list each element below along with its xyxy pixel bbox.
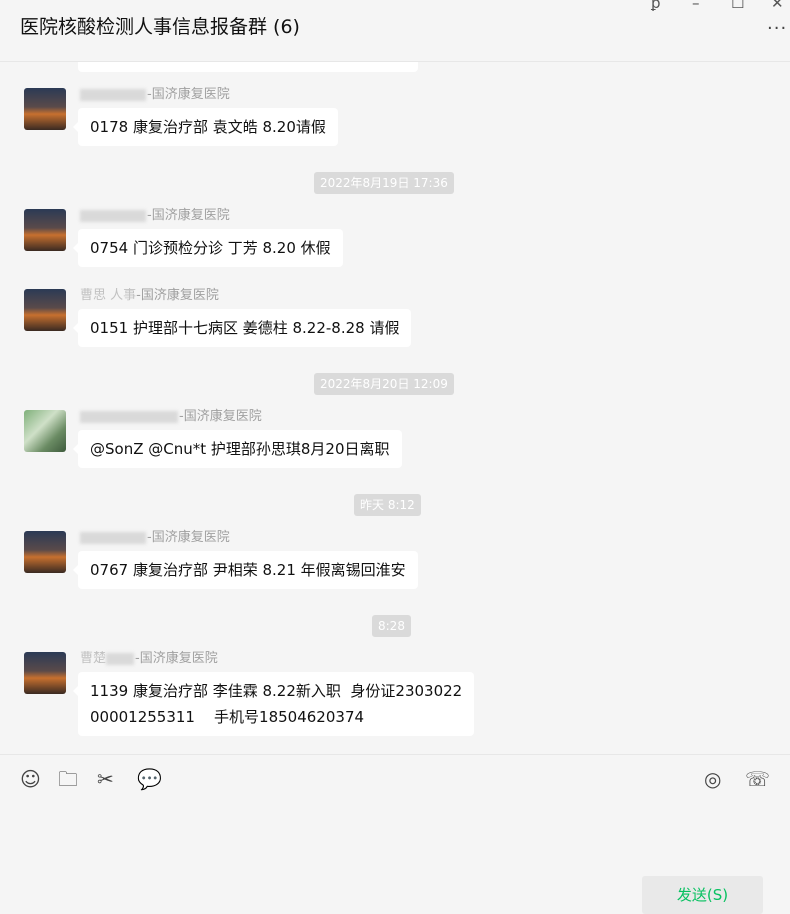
folder-icon[interactable]: 🗀 (58, 768, 78, 790)
redacted-name (80, 88, 146, 101)
message-list[interactable]: -国济康复医院 0178 康复治疗部 袁文皓 8.20请假 2022年8月19日… (0, 62, 790, 754)
redacted-name (80, 531, 146, 544)
minimize-icon[interactable]: – (692, 0, 700, 12)
avatar[interactable] (24, 209, 66, 251)
more-icon[interactable]: ··· (767, 18, 787, 39)
redacted-name (106, 652, 135, 665)
message-bubble[interactable]: 0151 护理部十七病区 姜德柱 8.22-8.28 请假 (72, 309, 412, 347)
avatar[interactable] (24, 652, 66, 694)
input-divider (0, 754, 790, 755)
avatar[interactable] (24, 289, 66, 331)
avatar[interactable] (24, 531, 66, 573)
close-icon[interactable]: ✕ (771, 0, 784, 12)
sender-name: -国济康复医院 (80, 83, 230, 102)
redacted-name (80, 410, 178, 423)
message-bubble[interactable]: 1139 康复治疗部 李佳霖 8.22新入职 身份证2303022 000012… (72, 672, 475, 736)
avatar[interactable] (24, 410, 66, 452)
sender-name: 曹楚 -国济康复医院 (80, 651, 218, 666)
message-bubble[interactable]: 0767 康复治疗部 尹相荣 8.21 年假离锡回淮安 (73, 551, 418, 589)
timestamp: 昨天 8:12 (354, 494, 421, 516)
call-icon[interactable]: ☏ (745, 768, 770, 790)
sender-name: -国济康复医院 (80, 405, 262, 424)
sender-name: -国济康复医院 (80, 526, 230, 545)
message-bubble[interactable]: @SonZ @Cnu*t 护理部孙思琪8月20日离职 (73, 430, 402, 468)
maximize-icon[interactable]: ☐ (731, 0, 744, 12)
pin-icon[interactable]: ꝑ (651, 0, 661, 12)
message-input[interactable] (0, 800, 790, 870)
message-bubble[interactable]: 0178 康复治疗部 袁文皓 8.20请假 (73, 108, 338, 146)
send-button[interactable]: 发送(S) (642, 876, 763, 914)
live-icon[interactable]: ◎ (704, 768, 721, 790)
emoji-icon[interactable]: ☺ (20, 768, 41, 790)
chat-title: 医院核酸检测人事信息报备群 (6) (20, 16, 300, 38)
timestamp: 2022年8月19日 17:36 (314, 172, 454, 194)
sender-name: -国济康复医院 (80, 204, 230, 223)
redacted-name (80, 209, 146, 222)
chat-history-icon[interactable]: 💬 (137, 768, 162, 790)
avatar[interactable] (24, 88, 66, 130)
sender-name: 曹思 人事-国济康复医院 (80, 288, 219, 303)
title-bar: 医院核酸检测人事信息报备群 (6) ꝑ – ☐ ✕ ··· (0, 0, 790, 62)
message-bubble[interactable]: 0754 门诊预检分诊 丁芳 8.20 休假 (73, 229, 343, 267)
previous-message-bubble (78, 62, 418, 72)
scissor-icon[interactable]: ✂ (97, 768, 114, 790)
timestamp: 8:28 (372, 615, 411, 637)
timestamp: 2022年8月20日 12:09 (314, 373, 454, 395)
